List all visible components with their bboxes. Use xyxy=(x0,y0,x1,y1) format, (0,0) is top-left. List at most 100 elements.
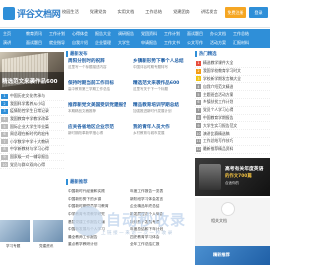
list-item-title[interactable]: 疫情防控学生日常记录 xyxy=(10,108,49,114)
top-nav-item[interactable]: 党建党务 xyxy=(90,9,107,15)
category-link[interactable]: 申请报告 xyxy=(138,40,161,46)
list-item[interactable]: 6 乡镇扶贫工作计划 xyxy=(195,99,270,107)
list-item-title[interactable]: 乡镇扶贫工作计划 xyxy=(203,99,233,105)
table-cell[interactable]: 重点教学教研计划 xyxy=(66,242,128,247)
table-cell[interactable]: 中国新发展与个人学习 xyxy=(66,227,128,232)
list-item[interactable]: 1 精选教学课件大全 xyxy=(195,60,270,68)
table-cell[interactable]: 企业精品年终总结 xyxy=(128,204,190,209)
list-item[interactable]: 3 疫情防控学生日常记录 xyxy=(0,108,64,116)
thumbnail-caption[interactable]: 党建资讯 xyxy=(39,244,53,249)
site-logo[interactable]: 评谷文档网 xyxy=(3,4,61,22)
article-title[interactable]: 乡镇新形势下事个人总结 xyxy=(133,58,191,65)
list-item-title[interactable]: 我国科学素养从小培 xyxy=(10,101,45,107)
list-item-title[interactable]: 国际企业大学生毕业篇 xyxy=(10,124,49,130)
list-item[interactable]: 8 中学新教材与学习心得 xyxy=(0,146,64,154)
article-title[interactable]: 精品教育培训学期总结 xyxy=(133,102,191,109)
table-cell[interactable]: 最全教师工作报告 xyxy=(66,235,128,240)
list-item-title[interactable]: 国家级一对一辅导报告 xyxy=(10,154,49,160)
list-item-title[interactable]: 自我介绍范文精选 xyxy=(203,84,233,90)
thumbnail-image[interactable] xyxy=(0,220,30,242)
list-item-title[interactable]: 演讲比赛精选稿 xyxy=(203,131,230,137)
list-item[interactable]: 2 我国科学素养从小培 xyxy=(0,101,64,109)
list-item-title[interactable]: 大学生实习报告范文 xyxy=(203,123,237,129)
list-item-title[interactable]: 小学数学中学十大教研 xyxy=(10,139,49,145)
category-link[interactable]: 就业指导 xyxy=(46,40,69,46)
category-link[interactable]: 公文写作 xyxy=(184,40,207,46)
list-item[interactable]: 12 最新推荐精品资料 xyxy=(195,146,270,154)
list-item[interactable]: 4 我国教育中学教学改革 xyxy=(0,116,64,124)
list-item[interactable]: 9 大学生实习报告范文 xyxy=(195,122,270,131)
list-item[interactable]: 7 党员个人学习心得 xyxy=(195,107,270,115)
top-nav-item[interactable]: 校园生活 xyxy=(62,9,79,15)
table-cell[interactable]: 新阶段学习体会发言 xyxy=(128,197,190,202)
list-item[interactable]: 1 中国历史文化传承与 xyxy=(0,93,64,101)
list-item-title[interactable]: 中学新教材与学习心得 xyxy=(10,146,49,152)
top-nav-item[interactable]: 党建团务 xyxy=(173,9,190,15)
category-link[interactable]: 企业管理 xyxy=(92,40,115,46)
category-link[interactable]: 自我介绍 xyxy=(69,40,92,46)
table-cell[interactable]: 年度工作报告一览表 xyxy=(128,189,190,194)
category-link[interactable]: 面试题目 xyxy=(23,40,46,46)
list-item[interactable]: 11 工作总结写作技巧 xyxy=(195,138,270,146)
category-link[interactable]: 党团资料 xyxy=(138,31,161,37)
table-cell[interactable]: 中国新时期党员学习教育 xyxy=(66,204,128,209)
table-cell[interactable]: 新发展理念个人体会 xyxy=(128,212,190,217)
category-link[interactable]: 演讲 xyxy=(0,40,23,46)
list-item[interactable]: 6 周总理在新时代的宏伟 xyxy=(0,131,64,139)
category-link[interactable]: 办公文档 xyxy=(207,31,230,37)
table-cell[interactable]: 中国新形势下的乡镇 xyxy=(66,197,128,202)
category-link[interactable]: 工作计划 xyxy=(161,31,184,37)
banner-caption[interactable]: 精选范文来袭作品600 xyxy=(0,72,64,90)
article-title[interactable]: 我的青年人员大作 xyxy=(133,124,191,131)
table-cell[interactable]: 新形势下发展专题 xyxy=(128,220,190,225)
thumbnail-image[interactable] xyxy=(33,220,63,242)
category-link[interactable]: 工作计划 xyxy=(46,31,69,37)
list-item-title[interactable]: 周总理在新时代的宏伟 xyxy=(10,131,49,137)
list-item[interactable]: 7 小学数学中学十大教研 xyxy=(0,139,64,147)
top-nav-item[interactable]: 工作总结 xyxy=(145,9,162,15)
article-title[interactable]: 精选范文来袭作品600 xyxy=(133,80,191,87)
category-link[interactable]: 面试题目 xyxy=(184,31,207,37)
top-nav-item[interactable]: 实用文档 xyxy=(118,9,135,15)
top-nav-item[interactable]: 讲话发言 xyxy=(201,9,218,15)
list-item-title[interactable]: 我国教育中学教学改革 xyxy=(10,116,49,122)
list-item-title[interactable]: 党员个人学习心得 xyxy=(203,107,233,113)
list-item[interactable]: 8 中国教育学期报告 xyxy=(195,115,270,123)
article-title[interactable]: 周阳分别时的祝辞 xyxy=(68,58,126,65)
category-link[interactable]: 调研报告 xyxy=(115,31,138,37)
list-item-title[interactable]: 主题班会活动方案 xyxy=(203,92,233,98)
list-item[interactable]: 10 演讲比赛精选稿 xyxy=(195,130,270,138)
table-cell[interactable]: 基层党建工作报告汇编 xyxy=(66,220,128,225)
table-cell[interactable]: 中学教育专项教学研究 xyxy=(66,212,128,217)
category-link[interactable]: 活动方案 xyxy=(207,40,230,46)
list-item[interactable]: 9 国家级一对一辅导报告 xyxy=(0,154,64,162)
category-link[interactable]: 大学生 xyxy=(115,40,138,46)
table-cell[interactable]: 年度总结和下年计划 xyxy=(128,227,190,232)
related-ad[interactable]: 相关文档 xyxy=(195,198,270,246)
list-item-title[interactable]: 党员与群众双向心得 xyxy=(10,162,45,168)
table-cell[interactable]: 中国新时代经营和实践 xyxy=(66,189,128,194)
table-cell[interactable]: 全年工作总结汇报 xyxy=(128,242,190,247)
article-title[interactable]: 应关各省地区企业示范 xyxy=(68,124,126,131)
category-link[interactable]: 主页 xyxy=(0,31,23,37)
article-title[interactable]: 保持时期当前工作目标 xyxy=(68,80,126,87)
list-item-title[interactable]: 精选教学课件大全 xyxy=(203,60,233,66)
category-link[interactable]: 心得体会 xyxy=(69,31,92,37)
list-item-title[interactable]: 学校新学期发言稿大全 xyxy=(203,76,241,82)
login-button[interactable]: 登录 xyxy=(249,7,268,18)
category-link[interactable]: 工作总结 xyxy=(230,31,253,37)
list-item-title[interactable]: 中国历史文化传承与 xyxy=(10,93,45,99)
category-link[interactable]: 教育资讯 xyxy=(23,31,46,37)
table-cell[interactable]: 四史教育学习体会 xyxy=(128,235,190,240)
list-item[interactable]: 3 学校新学期发言稿大全 xyxy=(195,76,270,84)
category-link[interactable]: 工作文书 xyxy=(161,40,184,46)
list-item[interactable]: 10 党员与群众双向心得 xyxy=(0,161,64,169)
list-item-title[interactable]: 我国学校教育学习时文 xyxy=(203,68,241,74)
bottom-ad[interactable]: 精彩推荐 xyxy=(195,246,270,265)
list-item-title[interactable]: 最新推荐精品资料 xyxy=(203,146,233,152)
category-link[interactable]: 汇报材料 xyxy=(230,40,253,46)
category-link[interactable]: 报告大全 xyxy=(92,31,115,37)
list-item-title[interactable]: 中国教育学期报告 xyxy=(203,115,233,121)
thumbnail-caption[interactable]: 学习专题 xyxy=(6,244,20,249)
promo-banner[interactable]: 高考有关年度英语 的作文700篇 合适你的 xyxy=(195,158,270,196)
